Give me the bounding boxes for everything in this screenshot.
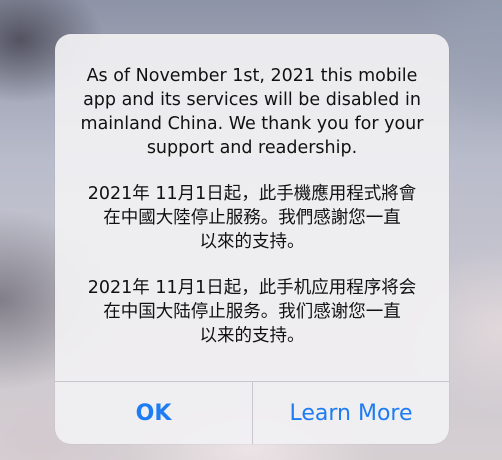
alert-dialog: As of November 1st, 2021 this mobile app… <box>55 34 449 444</box>
message-simplified-chinese: 2021年 11月1日起，此手机应用程序将会 在中国大陆停止服务。我们感谢您一直… <box>87 278 417 346</box>
learn-more-button[interactable]: Learn More <box>253 382 449 444</box>
message-traditional-chinese: 2021年 11月1日起，此手機應用程式將會 在中國大陸停止服務。我們感謝您一直… <box>87 184 417 252</box>
alert-button-row: OK Learn More <box>55 381 449 444</box>
message-english: As of November 1st, 2021 this mobile app… <box>80 66 424 158</box>
alert-message: As of November 1st, 2021 this mobile app… <box>55 64 449 348</box>
ok-button[interactable]: OK <box>55 382 252 444</box>
